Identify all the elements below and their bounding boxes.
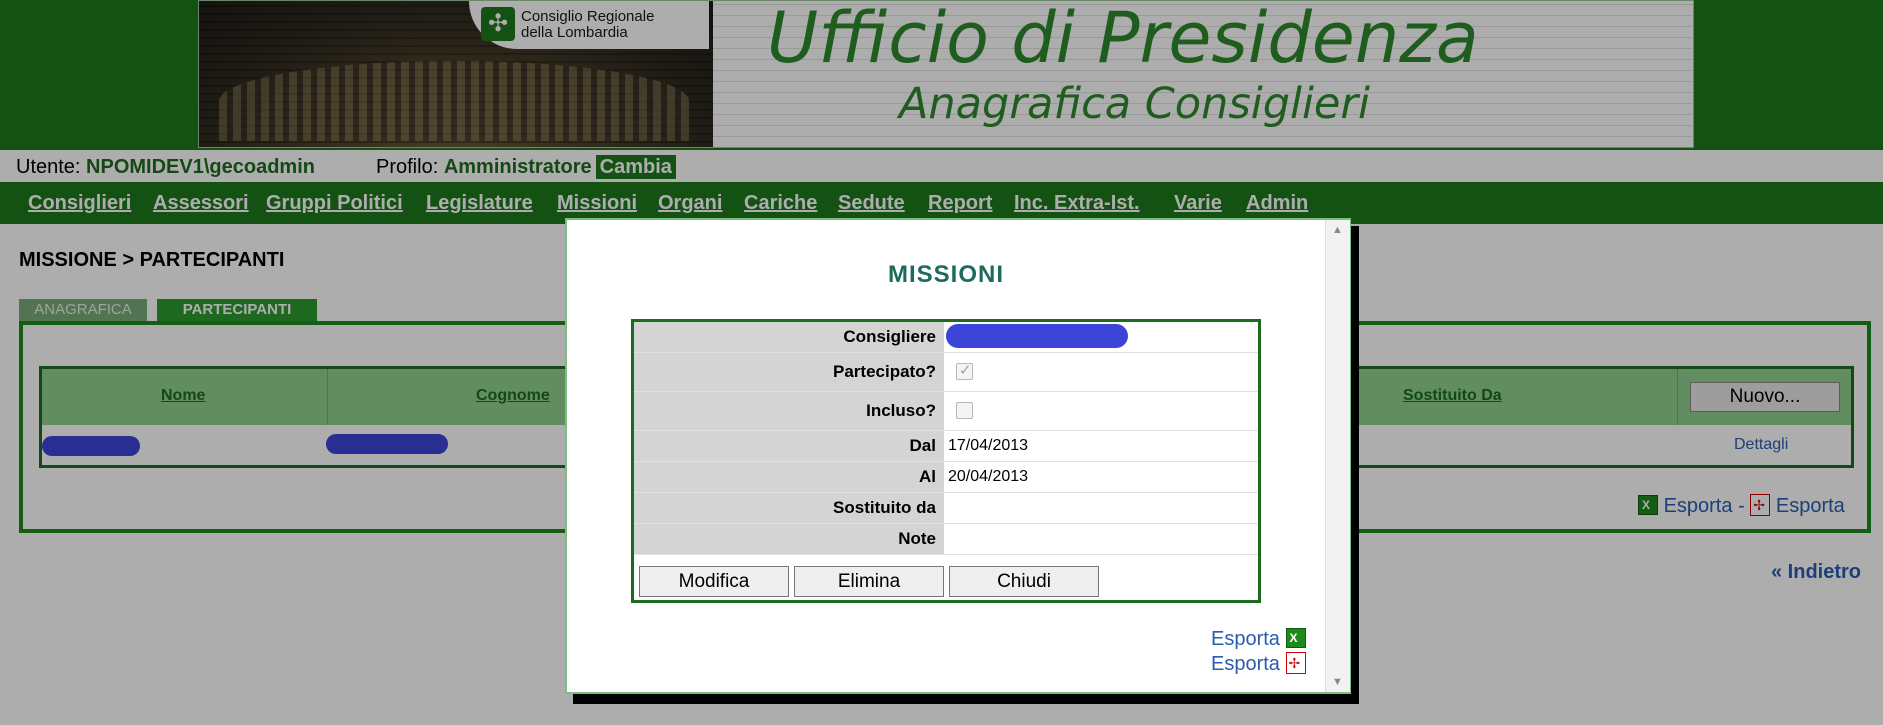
row-note: Note [634, 524, 1258, 555]
row-partecipato: Partecipato? [634, 353, 1258, 392]
dialog-title: MISSIONI [887, 261, 1004, 288]
dialog-export-excel-link[interactable]: Esporta [1211, 628, 1280, 650]
row-dal: Dal 17/04/2013 [634, 431, 1258, 462]
scroll-up-arrow-icon[interactable]: ▲ [1332, 224, 1343, 236]
elimina-button[interactable]: Elimina [794, 566, 944, 597]
dialog-scrollbar[interactable]: ▲ ▼ [1325, 220, 1350, 692]
mission-form: Consigliere Partecipato? Incluso? Dal 17… [631, 319, 1261, 603]
excel-icon[interactable] [1285, 628, 1306, 648]
dialog-export-excel: Esporta [1211, 628, 1306, 651]
incluso-checkbox[interactable] [956, 402, 973, 419]
pdf-icon[interactable] [1285, 652, 1306, 674]
missioni-dialog: MISSIONI Consigliere Partecipato? Inclus… [565, 218, 1351, 694]
dal-value: 17/04/2013 [948, 437, 1029, 454]
al-value: 20/04/2013 [948, 468, 1029, 485]
modifica-button[interactable]: Modifica [639, 566, 789, 597]
row-sostituito-da: Sostituito da [634, 493, 1258, 524]
redacted-consigliere [946, 324, 1128, 348]
chiudi-button[interactable]: Chiudi [949, 566, 1099, 597]
row-consigliere: Consigliere [634, 322, 1258, 353]
partecipato-checkbox[interactable] [956, 361, 973, 380]
dialog-export-pdf: Esporta [1211, 652, 1306, 676]
row-incluso: Incluso? [634, 392, 1258, 431]
dialog-export-pdf-link[interactable]: Esporta [1211, 653, 1280, 675]
row-al: Al 20/04/2013 [634, 462, 1258, 493]
scroll-down-arrow-icon[interactable]: ▼ [1332, 676, 1343, 688]
